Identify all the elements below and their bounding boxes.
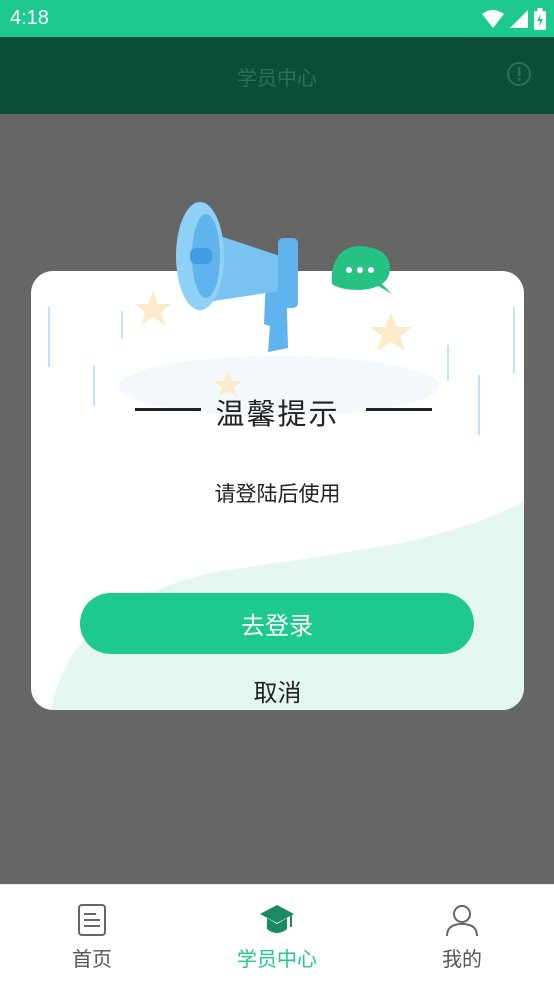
megaphone-icon: [176, 202, 392, 352]
alert-icon[interactable]: [506, 61, 532, 87]
person-icon: [446, 905, 478, 937]
title-divider-right: [366, 408, 432, 411]
bottom-nav: 首页 学员中心 我的: [0, 884, 554, 984]
app-header: 学员中心: [0, 37, 554, 114]
page-title: 学员中心: [237, 66, 317, 90]
battery-icon: [534, 8, 546, 30]
wifi-icon: [482, 10, 504, 28]
nav-item-profile[interactable]: 我的: [370, 885, 554, 984]
dialog-message: 请登陆后使用: [214, 482, 341, 506]
go-login-button[interactable]: 去登录: [80, 593, 474, 654]
document-icon: [78, 904, 106, 936]
nav-item-student-center[interactable]: 学员中心: [185, 885, 369, 984]
dialog-title: 温馨提示: [215, 397, 340, 431]
graduation-cap-icon: [260, 905, 294, 933]
status-time: 4:18: [10, 7, 49, 29]
nav-label-home: 首页: [72, 947, 112, 971]
nav-label-profile: 我的: [442, 947, 482, 971]
nav-label-student-center: 学员中心: [237, 947, 317, 971]
cancel-button[interactable]: 取消: [31, 673, 524, 708]
cellular-signal-icon: [510, 10, 528, 28]
status-bar: 4:18: [0, 0, 554, 37]
nav-item-home[interactable]: 首页: [0, 885, 184, 984]
status-icons: [482, 8, 546, 30]
